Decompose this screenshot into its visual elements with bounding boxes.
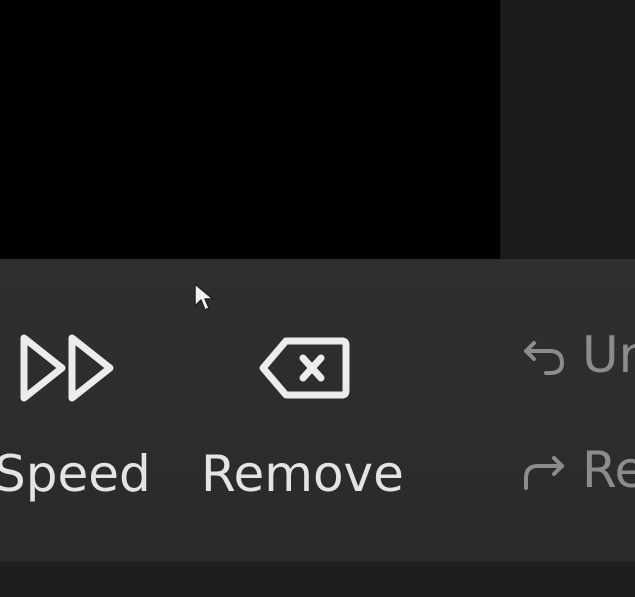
timeline-strip <box>0 562 635 597</box>
video-editor-window: Speed Remove Undo Redo <box>0 0 635 597</box>
side-panel <box>501 0 635 262</box>
remove-button-label[interactable]: Remove <box>201 449 404 499</box>
fast-forward-icon[interactable] <box>18 332 118 404</box>
backspace-delete-icon[interactable] <box>258 336 350 400</box>
mouse-pointer-icon <box>193 282 217 314</box>
edit-toolbar <box>0 259 635 562</box>
redo-arrow-icon[interactable] <box>522 452 566 492</box>
video-preview-canvas[interactable] <box>0 0 500 259</box>
speed-button-label[interactable]: Speed <box>0 449 151 499</box>
redo-button-label[interactable]: Redo <box>582 445 635 495</box>
undo-button-label[interactable]: Undo <box>582 330 635 380</box>
undo-arrow-icon[interactable] <box>522 337 566 377</box>
preview-area <box>0 0 635 262</box>
